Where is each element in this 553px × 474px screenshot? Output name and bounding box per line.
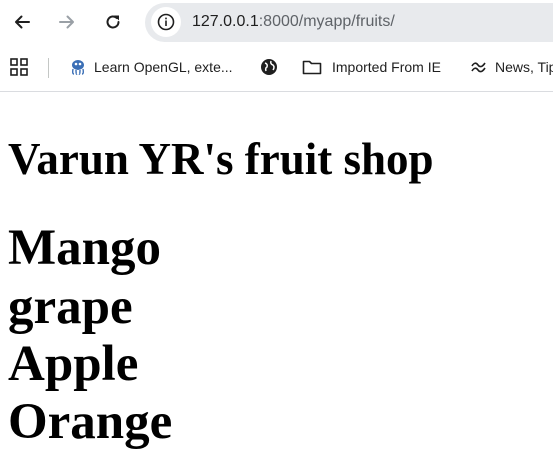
browser-toolbar: 127.0.0.1:8000/myapp/fruits/ xyxy=(0,0,553,45)
bookmark-label: News, Tip xyxy=(495,59,553,75)
globe-icon xyxy=(261,59,277,75)
fruit-item-orange: Orange xyxy=(8,394,173,450)
bookmarks-bar: Learn OpenGL, exte... Imported From IE N… xyxy=(0,45,553,92)
bookmark-label: Learn OpenGL, exte... xyxy=(94,59,233,75)
bookmarks-divider xyxy=(48,58,49,78)
address-bar[interactable]: 127.0.0.1:8000/myapp/fruits/ xyxy=(145,3,553,42)
site-info-button[interactable] xyxy=(151,7,181,37)
bookmark-learn-opengl[interactable]: Learn OpenGL, exte... xyxy=(69,56,233,78)
folder-icon xyxy=(302,60,322,75)
browser-window: 127.0.0.1:8000/myapp/fruits/ Learn OpenG… xyxy=(0,0,553,92)
back-button[interactable] xyxy=(10,10,34,34)
arrow-left-icon xyxy=(15,15,30,29)
bookmark-globe[interactable] xyxy=(260,56,278,78)
fruit-item-apple: Apple xyxy=(8,336,139,392)
reload-button[interactable] xyxy=(101,10,125,34)
page-title: Varun YR's fruit shop xyxy=(8,134,434,184)
page-content: Varun YR's fruit shop Mango grape Apple … xyxy=(0,93,553,474)
apps-button[interactable] xyxy=(10,56,28,78)
forward-button[interactable] xyxy=(55,10,79,34)
url-text: 127.0.0.1:8000/myapp/fruits/ xyxy=(192,13,395,31)
news-icon xyxy=(471,62,486,73)
apps-grid-icon xyxy=(10,58,28,76)
bookmark-imported-from-ie[interactable]: Imported From IE xyxy=(302,56,441,78)
fruit-item-grape: grape xyxy=(8,279,133,335)
reload-icon xyxy=(106,15,120,29)
bookmark-news[interactable]: News, Tip xyxy=(470,56,553,78)
fruit-item-mango: Mango xyxy=(8,220,161,276)
url-path: :8000/myapp/fruits/ xyxy=(258,13,395,30)
arrow-right-icon xyxy=(59,15,74,29)
bookmark-label: Imported From IE xyxy=(332,59,441,75)
opengl-icon xyxy=(71,60,85,75)
url-host: 127.0.0.1 xyxy=(192,13,259,30)
info-icon xyxy=(157,13,175,31)
